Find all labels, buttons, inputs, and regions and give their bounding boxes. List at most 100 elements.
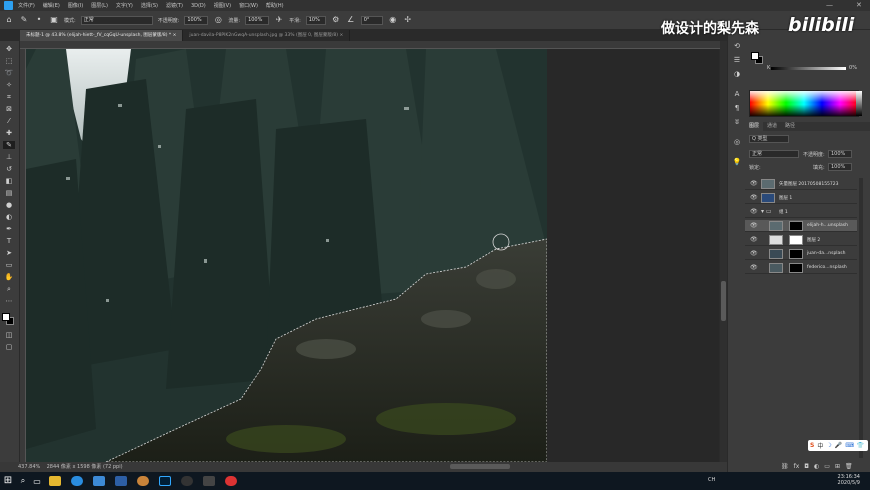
menu-help[interactable]: 帮助(H) xyxy=(266,2,284,9)
opacity-input[interactable]: 100% xyxy=(184,15,209,25)
pressure-opacity-icon[interactable]: ◎ xyxy=(213,15,223,25)
chrome-icon[interactable] xyxy=(71,476,83,486)
quick-mask-icon[interactable]: ◫ xyxy=(3,331,15,339)
close-window-button[interactable]: ✕ xyxy=(856,1,862,9)
app-icon-2[interactable] xyxy=(137,476,149,486)
ime-language[interactable]: 中 xyxy=(817,441,823,450)
type-tool-icon[interactable]: T xyxy=(3,237,15,245)
layer-group-row[interactable]: 👁 ▾ ▭ 组 1 xyxy=(745,206,857,218)
ime-keyboard-icon[interactable]: ⌨ xyxy=(845,442,854,449)
app-icon-3[interactable] xyxy=(181,476,193,486)
layer-style-icon[interactable]: fx xyxy=(794,462,800,472)
visibility-eye-icon[interactable]: 👁 xyxy=(750,222,758,229)
visibility-eye-icon[interactable]: 👁 xyxy=(750,264,758,271)
history-icon[interactable]: ⟲ xyxy=(732,42,742,51)
menu-image[interactable]: 图像(I) xyxy=(68,2,83,9)
pen-tool-icon[interactable]: ✒ xyxy=(3,225,15,233)
menu-type[interactable]: 文字(Y) xyxy=(116,2,133,9)
dodge-tool-icon[interactable]: ◐ xyxy=(3,213,15,221)
app-icon-5[interactable] xyxy=(225,476,237,486)
eyedropper-tool-icon[interactable]: ⁄ xyxy=(3,117,15,125)
gradient-tool-icon[interactable]: ▤ xyxy=(3,189,15,197)
zoom-tool-icon[interactable]: ⌕ xyxy=(3,285,15,293)
delete-layer-icon[interactable]: 🗑 xyxy=(845,462,853,472)
minimize-button[interactable]: — xyxy=(826,1,833,9)
tab-layers[interactable]: 图层 xyxy=(745,122,764,131)
new-group-icon[interactable]: ▭ xyxy=(824,462,830,472)
brush-tool-icon[interactable]: ✎ xyxy=(3,141,15,149)
eraser-tool-icon[interactable]: ◧ xyxy=(3,177,15,185)
photoshop-taskbar-icon[interactable] xyxy=(159,476,171,486)
layer-row[interactable]: 👁 图层 2 xyxy=(745,234,857,246)
horizontal-ruler[interactable] xyxy=(20,41,720,49)
grayscale-ramp[interactable] xyxy=(856,91,862,116)
properties-icon[interactable]: ☰ xyxy=(732,56,742,65)
app-icon[interactable] xyxy=(115,476,127,486)
mode-select[interactable]: 正常 xyxy=(80,15,153,25)
menu-select[interactable]: 选择(S) xyxy=(141,2,158,9)
zoom-level[interactable]: 437.84% xyxy=(18,464,40,470)
tab-document-1[interactable]: 未标题-1 @ 43.8% (elijah-hiett-_fV_cqGqU-un… xyxy=(20,30,184,41)
healing-brush-tool-icon[interactable]: ✚ xyxy=(3,129,15,137)
windows-start-icon[interactable]: ⊞ xyxy=(0,472,16,490)
brush-preset-icon[interactable]: • xyxy=(34,15,44,25)
tab-paths[interactable]: 路径 xyxy=(781,122,799,131)
file-explorer-icon[interactable] xyxy=(49,476,61,486)
menu-edit[interactable]: 编辑(E) xyxy=(43,2,60,9)
screen-mode-icon[interactable]: ▢ xyxy=(3,343,15,351)
vertical-scrollbar-thumb[interactable] xyxy=(721,281,726,321)
visibility-eye-icon[interactable]: 👁 xyxy=(750,236,758,243)
ime-mic-icon[interactable]: 🎤 xyxy=(835,442,842,449)
document-canvas[interactable] xyxy=(26,49,547,462)
visibility-eye-icon[interactable]: 👁 xyxy=(750,250,758,257)
angle-input[interactable]: 0° xyxy=(360,15,383,25)
adjustments-icon[interactable]: ◑ xyxy=(732,70,742,79)
tab-document-2[interactable]: juan-davila-P8PlK2nGwqA-unsplash.jpg @ 3… xyxy=(183,30,351,41)
glyphs-icon[interactable]: ʬ xyxy=(732,118,742,127)
layers-scrollbar[interactable] xyxy=(859,178,863,458)
airbrush-icon[interactable]: ✈ xyxy=(274,15,284,25)
channels-icon[interactable]: ◎ xyxy=(732,138,742,147)
foreground-color-swatch[interactable] xyxy=(2,313,10,321)
brush-settings-icon[interactable]: ▣ xyxy=(49,15,59,25)
layer-mask-thumbnail[interactable] xyxy=(789,249,803,259)
new-layer-icon[interactable]: ⊞ xyxy=(835,462,840,472)
sogou-icon[interactable]: S xyxy=(810,442,814,449)
menu-view[interactable]: 视图(V) xyxy=(214,2,231,9)
layer-filter-select[interactable]: Q 类型 xyxy=(749,135,789,143)
move-tool-icon[interactable]: ✥ xyxy=(3,45,15,53)
lasso-tool-icon[interactable]: ➰ xyxy=(3,69,15,77)
brush-tool-icon[interactable]: ✎ xyxy=(19,15,29,25)
visibility-eye-icon[interactable]: 👁 xyxy=(750,208,758,215)
vertical-scrollbar[interactable] xyxy=(720,41,727,462)
menu-3d[interactable]: 3D(D) xyxy=(191,3,206,9)
layer-opacity-input[interactable]: 100% xyxy=(828,150,852,158)
system-clock[interactable]: 23:16:34 2020/5/9 xyxy=(838,474,860,486)
panel-foreground-swatch[interactable] xyxy=(751,52,759,60)
edge-icon[interactable] xyxy=(93,476,105,486)
frame-tool-icon[interactable]: ⊠ xyxy=(3,105,15,113)
brightness-slider[interactable] xyxy=(771,67,846,70)
task-view-icon[interactable]: ▭ xyxy=(30,477,44,486)
pressure-size-icon[interactable]: ◉ xyxy=(388,15,398,25)
layer-row[interactable]: 👁 federico...nsplash xyxy=(745,262,857,274)
layer-row[interactable]: 👁 图层 1 xyxy=(745,192,857,204)
menu-window[interactable]: 窗口(W) xyxy=(239,2,258,9)
crop-tool-icon[interactable]: ⌗ xyxy=(3,93,15,101)
app-icon-4[interactable] xyxy=(203,476,215,486)
blend-mode-select[interactable]: 正常 xyxy=(749,150,799,158)
color-spectrum-picker[interactable] xyxy=(749,90,859,117)
more-tools-icon[interactable]: ⋯ xyxy=(3,297,15,305)
layer-mask-thumbnail[interactable] xyxy=(789,221,803,231)
visibility-eye-icon[interactable]: 👁 xyxy=(750,194,758,201)
clone-stamp-tool-icon[interactable]: ⊥ xyxy=(3,153,15,161)
character-icon[interactable]: A xyxy=(732,90,742,99)
layer-row[interactable]: 👁 矢量图层 20170508155723 xyxy=(745,178,857,190)
home-icon[interactable]: ⌂ xyxy=(4,15,14,25)
horizontal-scrollbar-thumb[interactable] xyxy=(450,464,510,469)
history-brush-tool-icon[interactable]: ↺ xyxy=(3,165,15,173)
path-selection-tool-icon[interactable]: ➤ xyxy=(3,249,15,257)
search-icon[interactable]: ⌕ xyxy=(16,476,30,486)
fill-input[interactable]: 100% xyxy=(828,163,852,171)
language-indicator[interactable]: CH xyxy=(708,477,715,483)
